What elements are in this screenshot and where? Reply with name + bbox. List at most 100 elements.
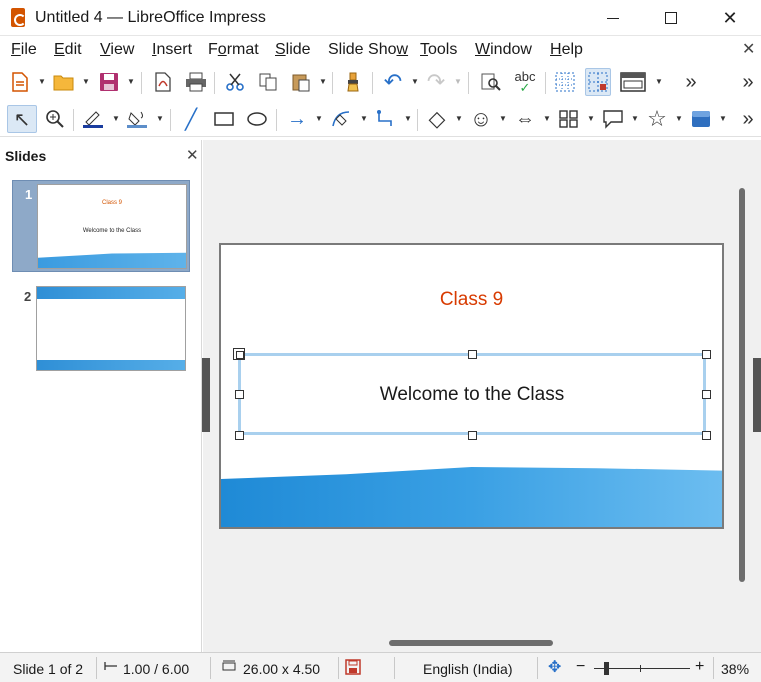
menu-format[interactable]: Format	[208, 41, 259, 59]
chevron-down-icon[interactable]: ▼	[543, 114, 551, 123]
curve-icon[interactable]	[328, 105, 354, 133]
resize-handle-left[interactable]	[235, 390, 244, 399]
slide-canvas[interactable]: Class 9 Welcome to the Class	[219, 243, 724, 529]
block-arrows-icon[interactable]: ⇔	[512, 105, 538, 133]
minimize-button[interactable]	[597, 4, 629, 32]
chevron-down-icon[interactable]: ▼	[499, 114, 507, 123]
vertical-scrollbar[interactable]	[739, 188, 745, 582]
basic-shapes-icon[interactable]: ◇	[424, 105, 450, 133]
line-icon[interactable]: ╱	[178, 105, 204, 133]
slide-title-text[interactable]: Class 9	[221, 289, 722, 311]
overflow-icon[interactable]: »	[737, 105, 759, 133]
zoom-out-button[interactable]: −	[576, 658, 585, 676]
chevron-down-icon[interactable]: ▼	[404, 114, 412, 123]
resize-handle-top[interactable]	[468, 350, 477, 359]
menu-edit[interactable]: Edit	[54, 41, 82, 59]
object-size: 26.00 x 4.50	[243, 661, 321, 677]
select-icon[interactable]: ↖	[7, 105, 37, 133]
chevron-down-icon[interactable]: ▼	[454, 77, 462, 86]
menu-help[interactable]: Help	[550, 41, 583, 59]
resize-handle-top-right[interactable]	[702, 350, 711, 359]
export-pdf-icon[interactable]	[150, 68, 176, 96]
redo-icon[interactable]: ↷	[423, 68, 449, 96]
chevron-down-icon[interactable]: ▼	[631, 114, 639, 123]
resize-handle-bottom-left[interactable]	[235, 431, 244, 440]
undo-icon[interactable]: ↶	[380, 68, 406, 96]
chevron-down-icon[interactable]: ▼	[655, 77, 663, 86]
resize-handle-bottom-right[interactable]	[702, 431, 711, 440]
chevron-down-icon[interactable]: ▼	[360, 114, 368, 123]
slide-number: 1	[25, 187, 33, 202]
slide-subtitle-text[interactable]: Welcome to the Class	[241, 384, 703, 406]
resize-handle-bottom[interactable]	[468, 431, 477, 440]
more-icon[interactable]: »	[678, 68, 704, 96]
slides-pane-splitter[interactable]	[202, 358, 210, 432]
subtitle-textbox[interactable]: Welcome to the Class	[238, 353, 706, 435]
chevron-down-icon[interactable]: ▼	[112, 114, 120, 123]
fit-slide-icon[interactable]: ✥	[548, 657, 561, 677]
paste-icon[interactable]	[288, 68, 314, 96]
rectangle-icon[interactable]	[211, 105, 237, 133]
chevron-down-icon[interactable]: ▼	[38, 77, 46, 86]
symbol-shapes-icon[interactable]: ☺	[468, 105, 494, 133]
chevron-down-icon[interactable]: ▼	[411, 77, 419, 86]
chevron-down-icon[interactable]: ▼	[82, 77, 90, 86]
chevron-down-icon[interactable]: ▼	[719, 114, 727, 123]
maximize-button[interactable]	[655, 4, 687, 32]
flowchart-icon[interactable]	[556, 105, 582, 133]
stars-icon[interactable]: ☆	[644, 105, 670, 133]
zoom-pan-icon[interactable]	[42, 105, 68, 133]
sidebar-splitter[interactable]	[753, 358, 761, 432]
menu-file[interactable]: File	[11, 41, 37, 59]
copy-icon[interactable]	[255, 68, 281, 96]
new-document-icon[interactable]	[7, 68, 33, 96]
menu-insert[interactable]: Insert	[152, 41, 192, 59]
save-icon[interactable]	[96, 68, 122, 96]
slide-thumbnail-2[interactable]: 2	[12, 285, 190, 377]
clone-formatting-icon[interactable]	[340, 68, 366, 96]
menu-bar: File Edit View Insert Format Slide Slide…	[0, 36, 761, 64]
chevron-down-icon[interactable]: ▼	[127, 77, 135, 86]
language-status[interactable]: English (India)	[423, 661, 513, 677]
3d-objects-icon[interactable]	[688, 105, 714, 133]
slide-layout-icon[interactable]	[618, 68, 648, 96]
drawing-toolbar: ↖ ▼ ▼ ╱ → ▼ ▼ ▼ ◇ ▼ ☺ ▼ ⇔ ▼ ▼ ▼ ☆ ▼ ▼ »	[0, 101, 761, 137]
menu-slide[interactable]: Slide	[275, 41, 311, 59]
horizontal-scrollbar[interactable]	[389, 640, 553, 646]
close-window-button[interactable]: ✕	[714, 4, 746, 32]
slide-count: Slide 1 of 2	[13, 661, 84, 677]
menu-tools[interactable]: Tools	[420, 41, 457, 59]
chevron-down-icon[interactable]: ▼	[319, 77, 327, 86]
slide-thumbnail-1[interactable]: 1 Class 9 Welcome to the Class	[12, 180, 190, 272]
cut-icon[interactable]	[222, 68, 248, 96]
resize-handle-top-left[interactable]	[233, 348, 245, 360]
spelling-icon[interactable]: abc ✓	[510, 68, 540, 96]
zoom-level[interactable]: 38%	[721, 661, 749, 677]
connector-icon[interactable]	[373, 105, 399, 133]
document-modified-icon[interactable]	[345, 659, 361, 678]
chevron-down-icon[interactable]: ▼	[587, 114, 595, 123]
open-folder-icon[interactable]	[51, 68, 77, 96]
close-document-button[interactable]: ✕	[742, 39, 755, 59]
arrow-line-icon[interactable]: →	[284, 105, 310, 133]
chevron-down-icon[interactable]: ▼	[675, 114, 683, 123]
overflow-icon[interactable]: »	[737, 68, 759, 96]
chevron-down-icon[interactable]: ▼	[315, 114, 323, 123]
find-replace-icon[interactable]	[478, 68, 504, 96]
menu-view[interactable]: View	[100, 41, 134, 59]
chevron-down-icon[interactable]: ▼	[156, 114, 164, 123]
close-slides-pane-button[interactable]: ✕	[186, 146, 199, 164]
line-color-icon[interactable]	[80, 105, 106, 133]
print-icon[interactable]	[183, 68, 209, 96]
menu-window[interactable]: Window	[475, 41, 532, 59]
zoom-slider-handle[interactable]	[604, 662, 609, 675]
chevron-down-icon[interactable]: ▼	[455, 114, 463, 123]
ellipse-icon[interactable]	[244, 105, 270, 133]
callout-icon[interactable]	[600, 105, 626, 133]
resize-handle-right[interactable]	[702, 390, 711, 399]
helplines-icon[interactable]	[585, 68, 611, 96]
menu-slide-show[interactable]: Slide Show	[328, 41, 408, 59]
zoom-in-button[interactable]: +	[695, 658, 704, 676]
display-grid-icon[interactable]	[552, 68, 578, 96]
fill-color-icon[interactable]	[124, 105, 150, 133]
